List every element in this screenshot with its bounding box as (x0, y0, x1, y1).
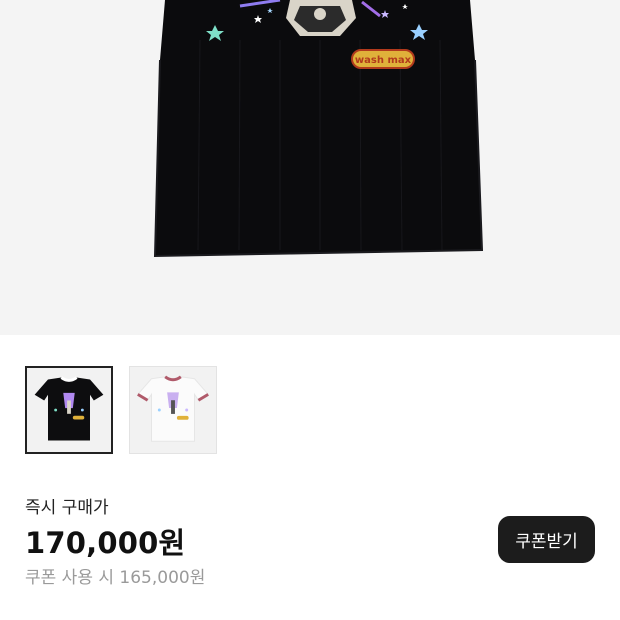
thumbnail-black-tee[interactable] (25, 366, 113, 454)
price-amount: 170,000원 (25, 526, 186, 560)
product-hero-image[interactable]: wash max (0, 0, 620, 335)
black-tee-thumbnail-image (34, 376, 104, 441)
sticker-text: wash max (355, 55, 412, 66)
white-tee-thumbnail-image (137, 375, 209, 442)
coupon-price-text: 쿠폰 사용 시 165,000원 (25, 568, 206, 588)
black-tshirt-image: wash max (153, 0, 484, 258)
price-label: 즉시 구매가 (25, 498, 109, 518)
get-coupon-button[interactable]: 쿠폰받기 (498, 516, 595, 563)
thumbnail-strip (25, 366, 217, 454)
thumbnail-white-tee[interactable] (129, 366, 217, 454)
